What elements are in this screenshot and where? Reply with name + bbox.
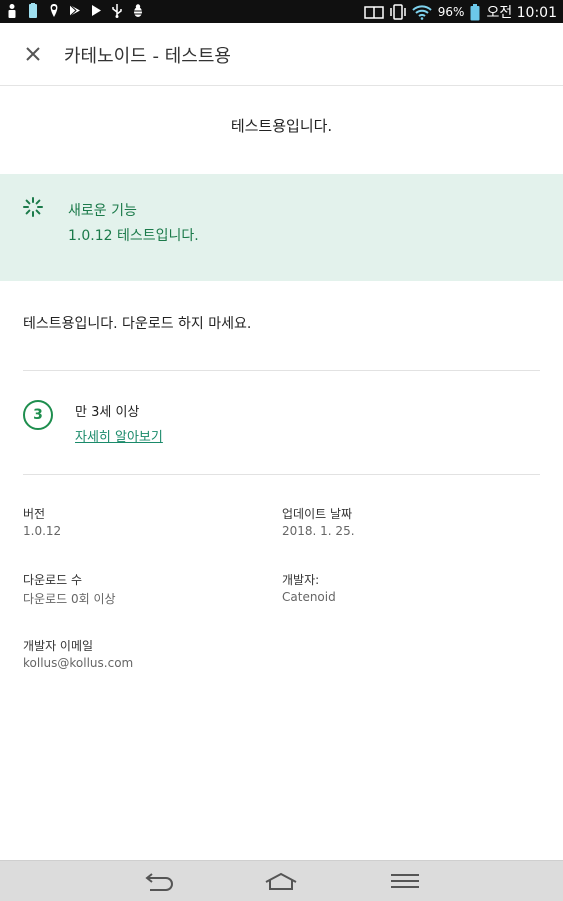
play-store-icon bbox=[69, 4, 80, 17]
dual-window-icon bbox=[364, 6, 384, 19]
navigation-bar bbox=[0, 860, 563, 901]
battery-icon bbox=[470, 3, 480, 20]
downloads-value: 다운로드 0회 이상 bbox=[23, 592, 116, 606]
system-status: 96% 오전 10:01 bbox=[364, 2, 557, 22]
whats-new-body: 1.0.12 테스트입니다. bbox=[68, 228, 199, 244]
person-icon bbox=[8, 4, 16, 18]
divider bbox=[23, 370, 540, 371]
notification-icons bbox=[6, 3, 144, 18]
wifi-icon bbox=[412, 5, 432, 20]
whats-new-title: 새로운 기능 bbox=[68, 203, 137, 219]
app-description: 테스트용입니다. 다운로드 하지 마세요. bbox=[23, 316, 252, 332]
page-title: 카테노이드 - 테스트용 bbox=[64, 46, 231, 67]
maps-icon bbox=[50, 4, 58, 17]
battery-percent: 96% bbox=[437, 5, 465, 19]
loader-icon bbox=[23, 197, 43, 217]
play-icon bbox=[92, 5, 101, 16]
usb-icon bbox=[112, 4, 122, 18]
developer-label: 개발자: bbox=[282, 573, 320, 587]
version-label: 버전 bbox=[23, 507, 46, 521]
developer-value: Catenoid bbox=[282, 590, 336, 604]
app-subtitle: 테스트용입니다. bbox=[230, 117, 333, 135]
divider bbox=[23, 474, 540, 475]
downloads-label: 다운로드 수 bbox=[23, 573, 83, 587]
home-button[interactable] bbox=[263, 869, 299, 893]
bug-icon bbox=[133, 4, 143, 17]
learn-more-link[interactable]: 자세히 알아보기 bbox=[75, 426, 163, 445]
developer-email-label: 개발자 이메일 bbox=[23, 639, 94, 653]
content-rating-badge: 3 bbox=[23, 400, 53, 430]
app-bar: 카테노이드 - 테스트용 bbox=[0, 23, 563, 86]
vibrate-icon bbox=[390, 4, 406, 20]
battery-small-icon bbox=[29, 3, 37, 18]
whats-new-banner: 새로운 기능 1.0.12 테스트입니다. bbox=[0, 174, 563, 281]
status-bar: 96% 오전 10:01 bbox=[0, 0, 563, 23]
content-rating-label: 만 3세 이상 bbox=[75, 405, 140, 420]
updated-label: 업데이트 날짜 bbox=[282, 507, 353, 521]
back-button[interactable] bbox=[140, 869, 176, 893]
version-value: 1.0.12 bbox=[23, 524, 62, 538]
clock: 오전 10:01 bbox=[486, 5, 557, 21]
updated-value: 2018. 1. 25. bbox=[282, 524, 355, 538]
close-icon[interactable] bbox=[22, 43, 44, 65]
menu-button[interactable] bbox=[387, 869, 423, 893]
developer-email-value[interactable]: kollus@kollus.com bbox=[23, 656, 133, 670]
